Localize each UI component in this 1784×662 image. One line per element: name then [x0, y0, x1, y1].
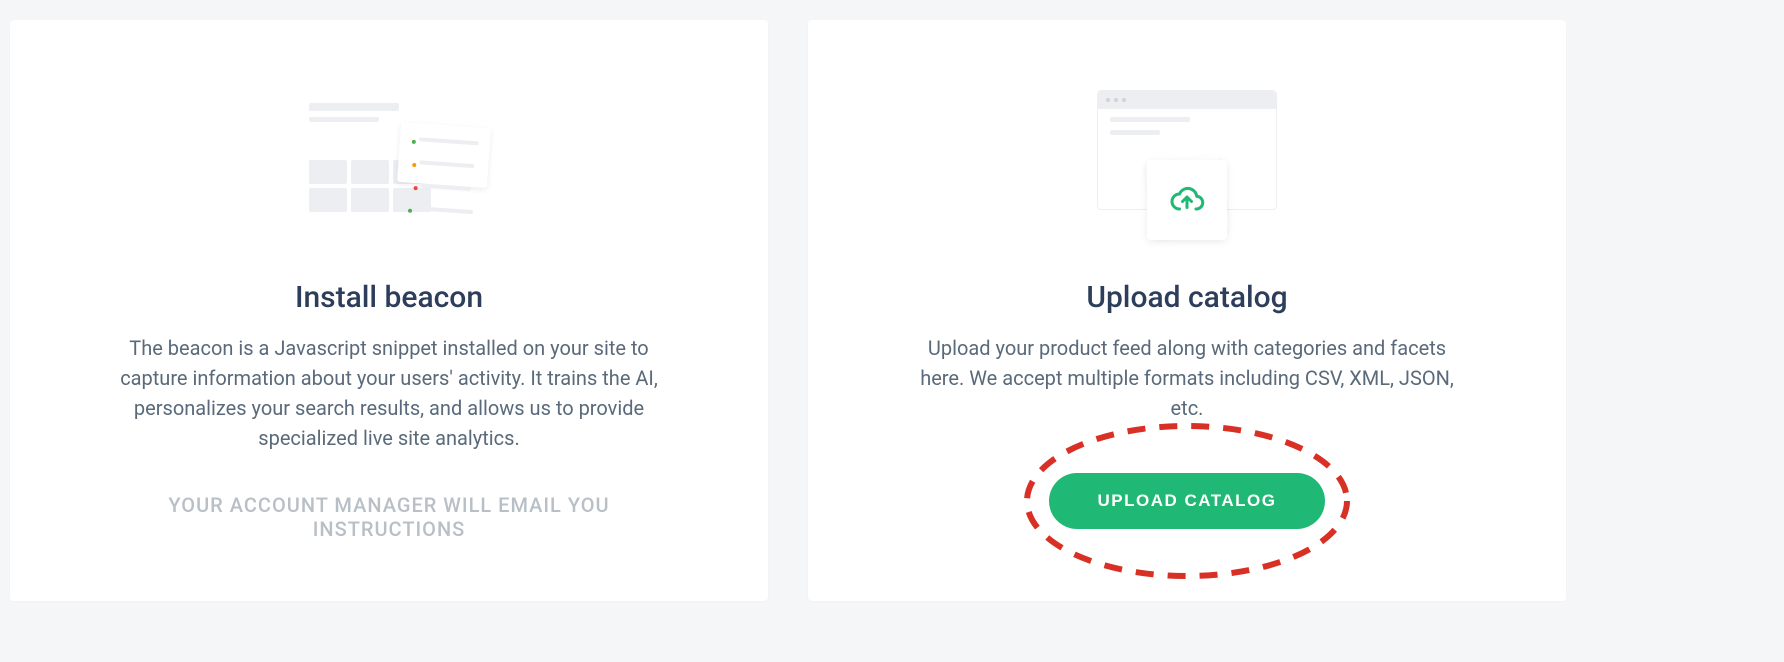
install-beacon-description: The beacon is a Javascript snippet insta…: [109, 333, 669, 453]
cloud-upload-icon: [1169, 182, 1205, 218]
upload-catalog-title: Upload catalog: [1086, 280, 1287, 315]
upload-illustration-icon: [1087, 80, 1287, 240]
upload-catalog-description: Upload your product feed along with cate…: [907, 333, 1467, 423]
upload-catalog-button[interactable]: UPLOAD CATALOG: [1049, 473, 1324, 529]
upload-catalog-action-wrapper: UPLOAD CATALOG: [1049, 473, 1324, 529]
install-beacon-footer-text: YOUR ACCOUNT MANAGER WILL EMAIL YOU INST…: [129, 493, 649, 541]
install-beacon-title: Install beacon: [295, 280, 483, 315]
upload-catalog-card: Upload catalog Upload your product feed …: [808, 20, 1566, 601]
install-beacon-card: Install beacon The beacon is a Javascrip…: [10, 20, 768, 601]
onboarding-cards-container: Install beacon The beacon is a Javascrip…: [10, 20, 1774, 601]
beacon-illustration-icon: [289, 80, 489, 240]
